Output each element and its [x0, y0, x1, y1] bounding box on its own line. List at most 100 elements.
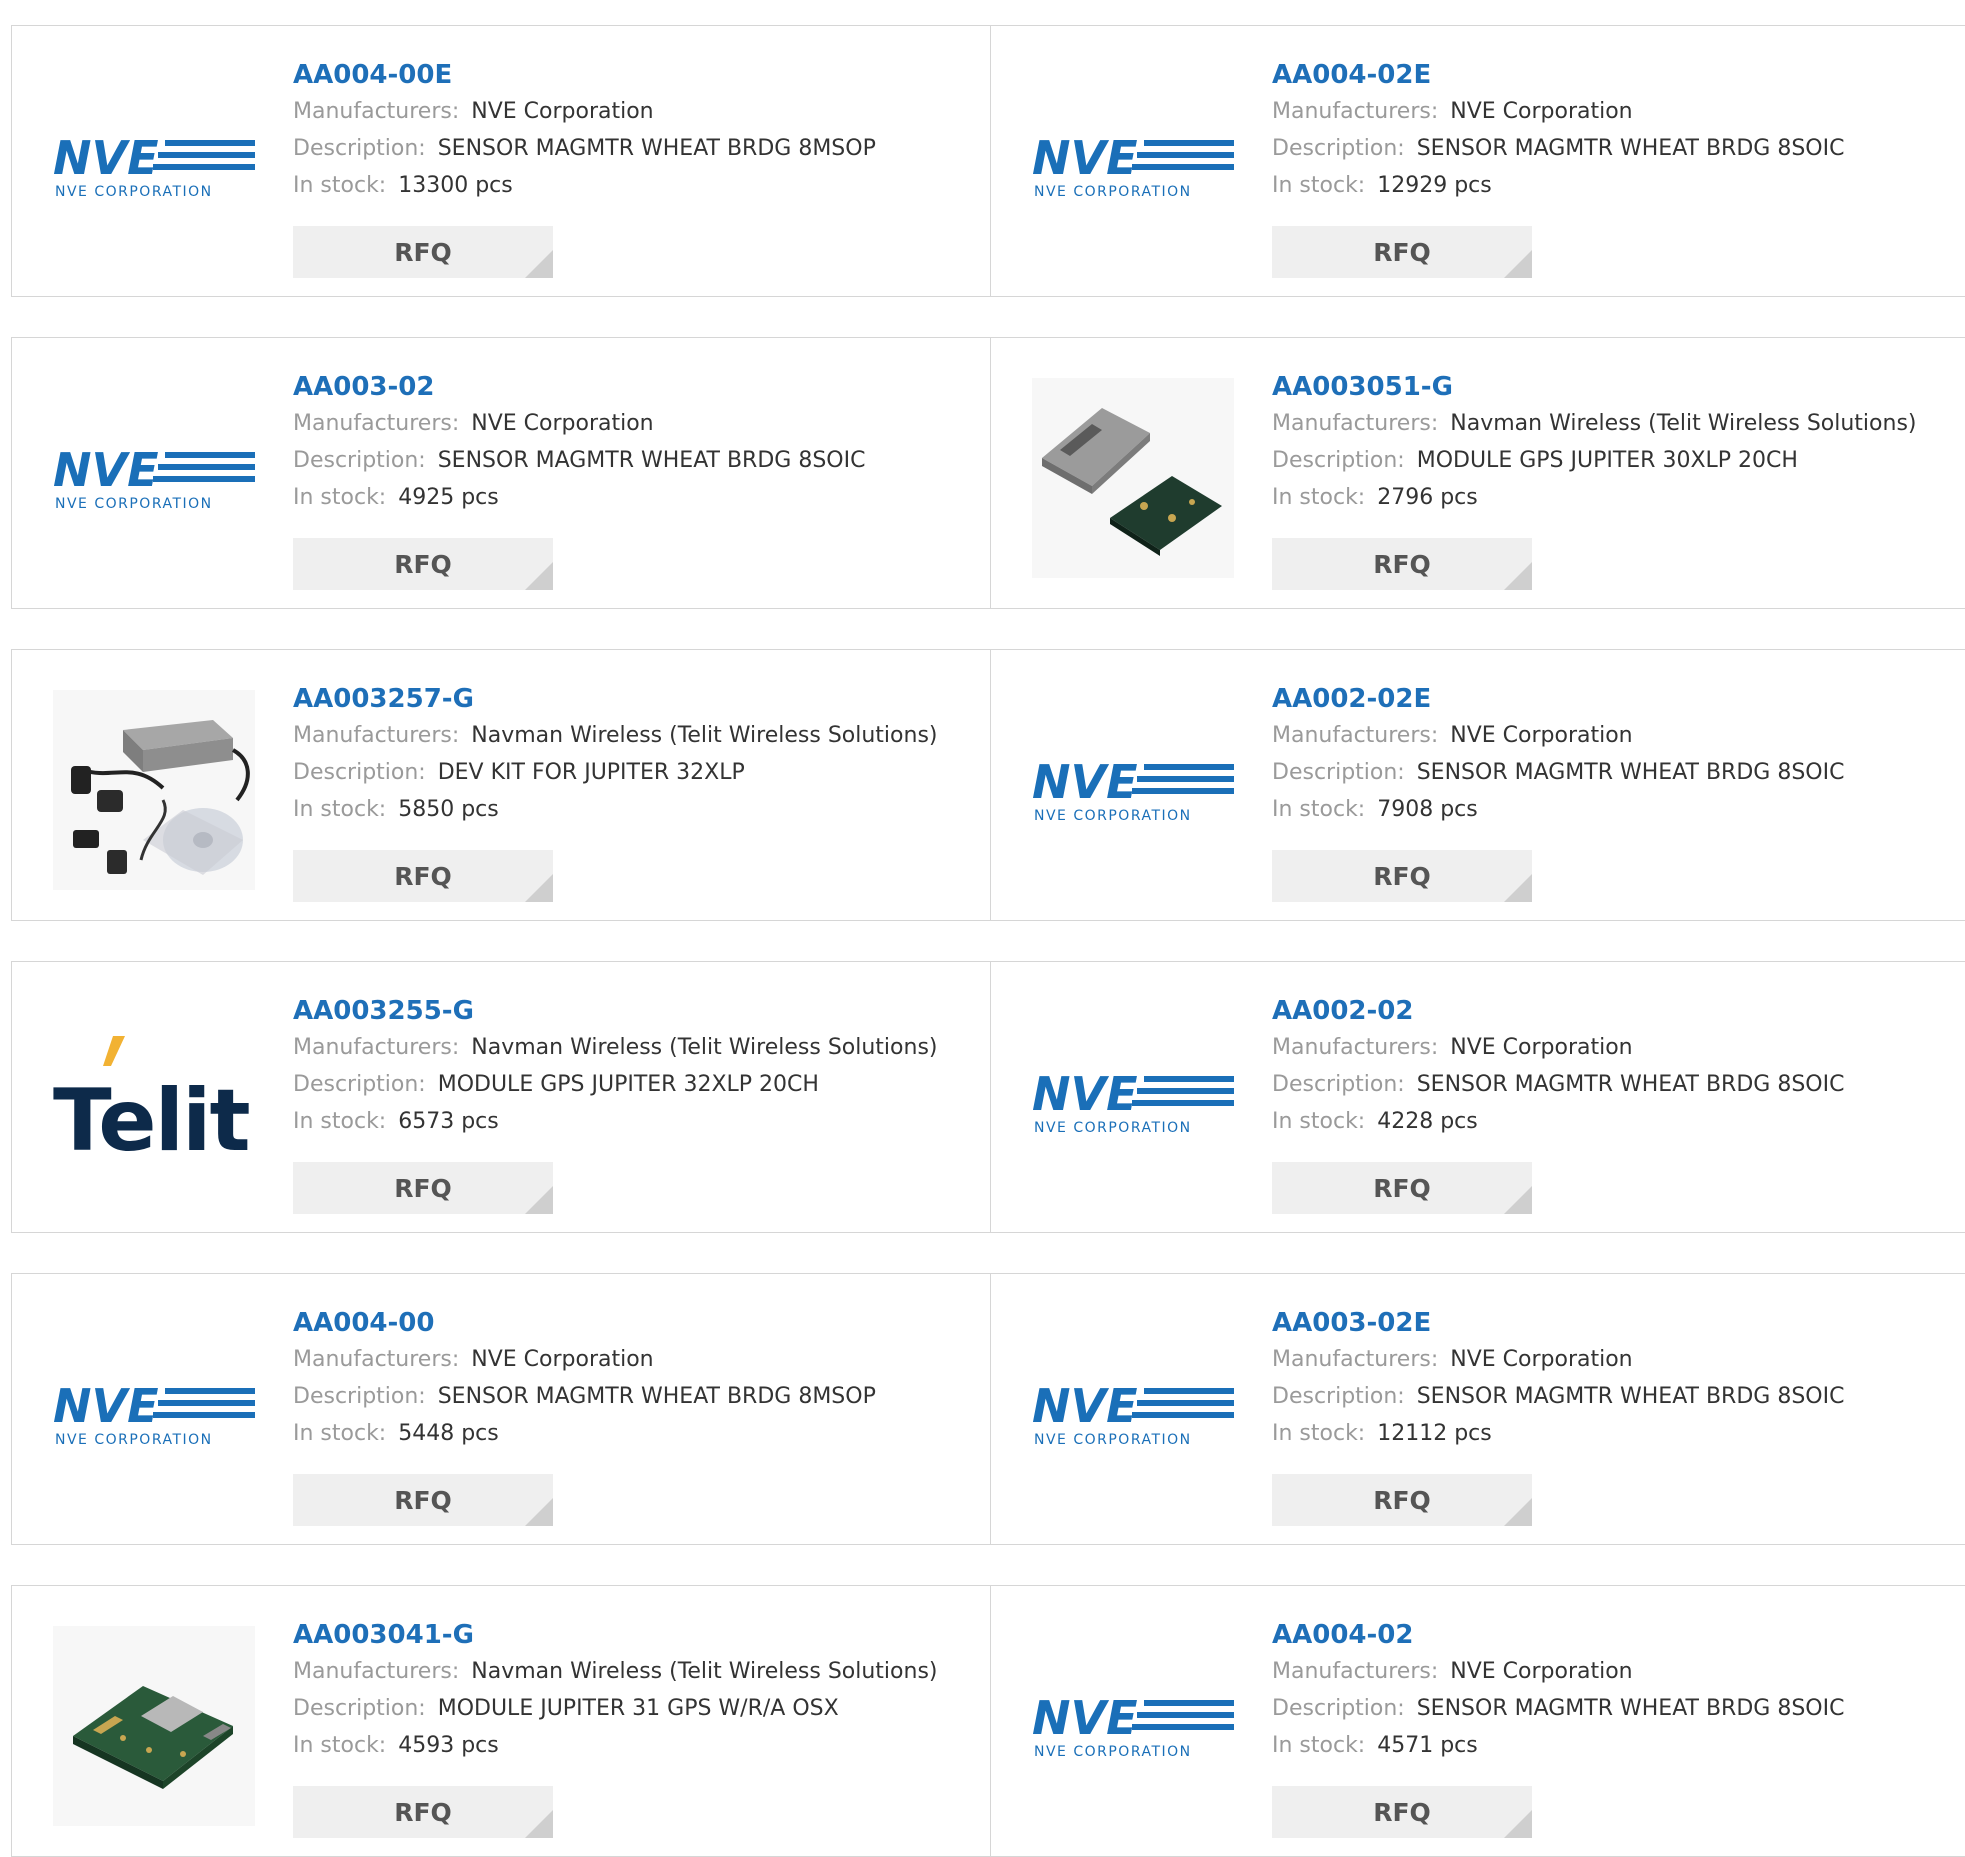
- manufacturers-label: Manufacturers:: [1272, 1347, 1439, 1372]
- manufacturers-label: Manufacturers:: [1272, 723, 1439, 748]
- svg-text:Telit: Telit: [53, 1071, 250, 1171]
- svg-text:NVE CORPORATION: NVE CORPORATION: [1034, 184, 1192, 200]
- product-image[interactable]: NVE NVE CORPORATION: [1032, 1626, 1234, 1826]
- rfq-label: RFQ: [394, 861, 452, 891]
- manufacturer-line: Manufacturers: NVE Corporation: [1272, 1341, 1956, 1378]
- svg-text:NVE CORPORATION: NVE CORPORATION: [55, 1432, 213, 1448]
- description-line: Description: MODULE GPS JUPITER 30XLP 20C…: [1272, 442, 1956, 479]
- description-line: Description: SENSOR MAGMTR WHEAT BRDG 8MS…: [293, 130, 980, 167]
- manufacturer-value: NVE Corporation: [1450, 1659, 1633, 1684]
- manufacturers-label: Manufacturers:: [293, 1659, 460, 1684]
- stock-value: 7908 pcs: [1377, 797, 1478, 822]
- product-image[interactable]: [1032, 378, 1234, 578]
- description-line: Description: SENSOR MAGMTR WHEAT BRDG 8SO…: [1272, 1690, 1956, 1727]
- product-info: AA003255-G Manufacturers: Navman Wireless…: [293, 993, 980, 1140]
- product-card: AA003257-G Manufacturers: Navman Wireless…: [12, 650, 991, 920]
- description-label: Description:: [1272, 1696, 1405, 1721]
- svg-text:NVE: NVE: [53, 443, 159, 497]
- svg-text:NVE: NVE: [1032, 1067, 1138, 1121]
- part-number-link[interactable]: AA004-00: [293, 1305, 980, 1341]
- manufacturer-line: Manufacturers: Navman Wireless (Telit Wir…: [293, 1653, 980, 1690]
- gps-module-photo: [1032, 378, 1234, 578]
- rfq-label: RFQ: [1373, 549, 1431, 579]
- product-image[interactable]: NVE NVE CORPORATION: [1032, 690, 1234, 890]
- rfq-label: RFQ: [1373, 1797, 1431, 1827]
- product-image[interactable]: [53, 690, 255, 890]
- part-number-link[interactable]: AA003-02E: [1272, 1305, 1956, 1341]
- manufacturers-label: Manufacturers:: [293, 723, 460, 748]
- rfq-button[interactable]: RFQ: [293, 850, 553, 902]
- rfq-button[interactable]: RFQ: [1272, 1474, 1532, 1526]
- rfq-label: RFQ: [1373, 1173, 1431, 1203]
- part-number-link[interactable]: AA003257-G: [293, 681, 980, 717]
- rfq-label: RFQ: [1373, 861, 1431, 891]
- corner-fold-icon: [525, 562, 553, 590]
- description-value: SENSOR MAGMTR WHEAT BRDG 8SOIC: [437, 448, 866, 473]
- product-card: NVE NVE CORPORATION AA003-02E Manufactur…: [991, 1274, 1965, 1544]
- description-label: Description:: [1272, 1072, 1405, 1097]
- description-line: Description: SENSOR MAGMTR WHEAT BRDG 8SO…: [293, 442, 980, 479]
- rfq-button[interactable]: RFQ: [293, 226, 553, 278]
- part-number-link[interactable]: AA004-02: [1272, 1617, 1956, 1653]
- rfq-button[interactable]: RFQ: [293, 538, 553, 590]
- part-number-link[interactable]: AA004-02E: [1272, 57, 1956, 93]
- part-number-link[interactable]: AA002-02: [1272, 993, 1956, 1029]
- description-label: Description:: [1272, 760, 1405, 785]
- stock-value: 6573 pcs: [398, 1109, 499, 1134]
- description-label: Description:: [293, 136, 426, 161]
- description-label: Description:: [1272, 1384, 1405, 1409]
- product-card: NVE NVE CORPORATION AA002-02E Manufactur…: [991, 650, 1965, 920]
- rfq-button[interactable]: RFQ: [1272, 538, 1532, 590]
- product-image[interactable]: NVE NVE CORPORATION: [53, 378, 255, 578]
- rfq-button[interactable]: RFQ: [1272, 1162, 1532, 1214]
- stock-line: In stock: 5850 pcs: [293, 791, 980, 828]
- description-line: Description: SENSOR MAGMTR WHEAT BRDG 8SO…: [1272, 754, 1956, 791]
- description-label: Description:: [293, 1696, 426, 1721]
- product-image[interactable]: Telit: [53, 1002, 255, 1202]
- rfq-button[interactable]: RFQ: [1272, 850, 1532, 902]
- product-row: NVE NVE CORPORATION AA004-00E Manufactur…: [11, 25, 1965, 297]
- rfq-button[interactable]: RFQ: [293, 1162, 553, 1214]
- stock-value: 13300 pcs: [398, 173, 513, 198]
- part-number-link[interactable]: AA003255-G: [293, 993, 980, 1029]
- rfq-button[interactable]: RFQ: [293, 1474, 553, 1526]
- description-label: Description:: [293, 1072, 426, 1097]
- product-image[interactable]: NVE NVE CORPORATION: [53, 66, 255, 266]
- part-number-link[interactable]: AA003041-G: [293, 1617, 980, 1653]
- description-line: Description: DEV KIT FOR JUPITER 32XLP: [293, 754, 980, 791]
- svg-text:NVE: NVE: [1032, 1691, 1138, 1745]
- part-number-link[interactable]: AA002-02E: [1272, 681, 1956, 717]
- product-info: AA003041-G Manufacturers: Navman Wireless…: [293, 1617, 980, 1764]
- description-line: Description: MODULE GPS JUPITER 32XLP 20C…: [293, 1066, 980, 1103]
- manufacturer-value: Navman Wireless (Telit Wireless Solution…: [1450, 411, 1917, 436]
- description-line: Description: SENSOR MAGMTR WHEAT BRDG 8SO…: [1272, 1066, 1956, 1103]
- product-row: Telit AA003255-G Manufacturers: Navman Wi…: [11, 961, 1965, 1233]
- description-value: MODULE JUPITER 31 GPS W/R/A OSX: [437, 1696, 839, 1721]
- manufacturer-value: NVE Corporation: [471, 99, 654, 124]
- product-grid: NVE NVE CORPORATION AA004-00E Manufactur…: [0, 0, 1965, 1857]
- rfq-button[interactable]: RFQ: [293, 1786, 553, 1838]
- product-image[interactable]: [53, 1626, 255, 1826]
- stock-label: In stock:: [1272, 173, 1366, 198]
- part-number-link[interactable]: AA003-02: [293, 369, 980, 405]
- svg-text:NVE: NVE: [53, 1379, 159, 1433]
- stock-value: 4228 pcs: [1377, 1109, 1478, 1134]
- description-label: Description:: [293, 1384, 426, 1409]
- rfq-button[interactable]: RFQ: [1272, 1786, 1532, 1838]
- product-image[interactable]: NVE NVE CORPORATION: [1032, 1002, 1234, 1202]
- description-value: SENSOR MAGMTR WHEAT BRDG 8MSOP: [437, 136, 876, 161]
- product-image[interactable]: NVE NVE CORPORATION: [53, 1314, 255, 1514]
- rfq-button[interactable]: RFQ: [1272, 226, 1532, 278]
- stock-value: 4571 pcs: [1377, 1733, 1478, 1758]
- gps-board-photo: [53, 1626, 255, 1826]
- product-image[interactable]: NVE NVE CORPORATION: [1032, 66, 1234, 266]
- part-number-link[interactable]: AA004-00E: [293, 57, 980, 93]
- corner-fold-icon: [1504, 1186, 1532, 1214]
- manufacturers-label: Manufacturers:: [1272, 99, 1439, 124]
- product-card: NVE NVE CORPORATION AA004-00 Manufacture…: [12, 1274, 991, 1544]
- part-number-link[interactable]: AA003051-G: [1272, 369, 1956, 405]
- stock-label: In stock:: [1272, 1733, 1366, 1758]
- description-line: Description: SENSOR MAGMTR WHEAT BRDG 8SO…: [1272, 130, 1956, 167]
- rfq-label: RFQ: [394, 1797, 452, 1827]
- product-image[interactable]: NVE NVE CORPORATION: [1032, 1314, 1234, 1514]
